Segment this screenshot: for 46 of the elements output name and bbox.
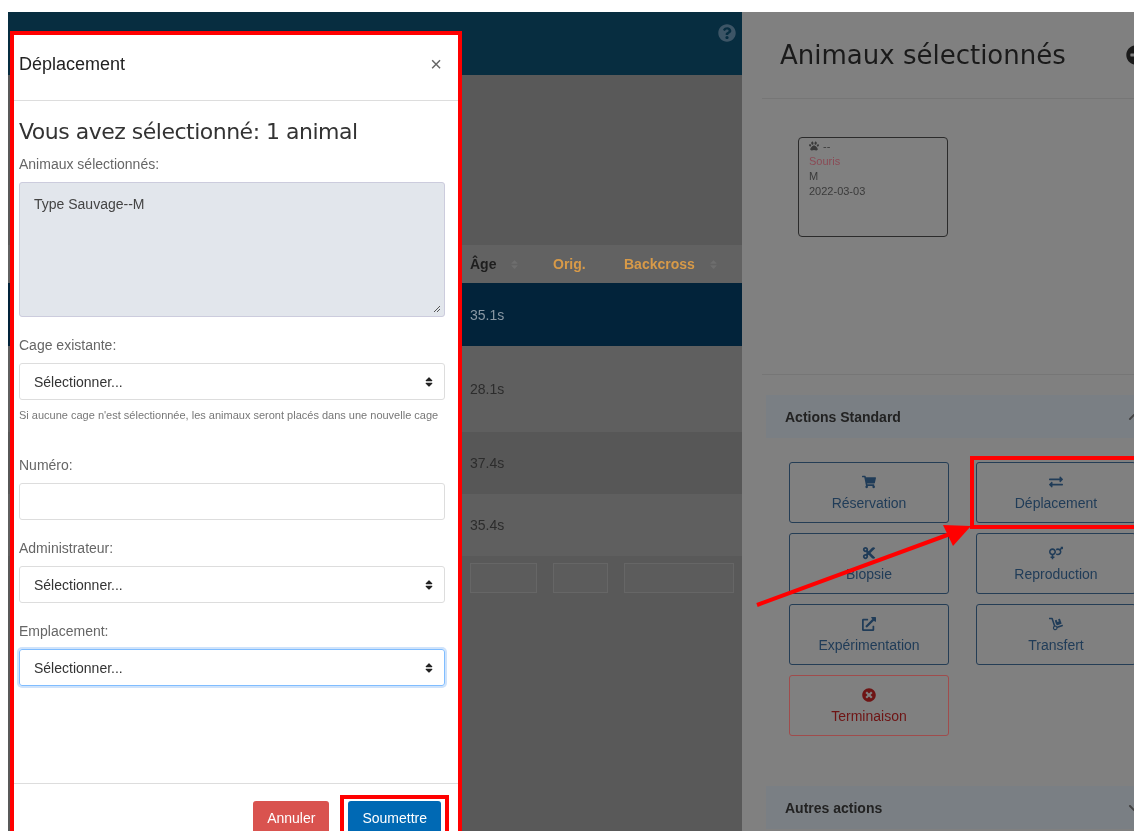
animal-date: 2022-03-03 [809,185,867,197]
cart-icon [862,474,876,489]
action-button[interactable]: Expérimentation [789,604,949,665]
external-link-icon [862,616,876,631]
section-header[interactable]: Autres actions [766,786,1134,829]
action-button[interactable]: Déplacement [976,462,1134,523]
field-label: Administrateur: [19,540,115,556]
column-header[interactable]: Orig. [553,256,586,272]
text-area[interactable]: Type Sauvage--M [19,182,445,317]
gender-symbols-icon [1049,545,1063,560]
selection-heading: Vous avez sélectionné: 1 animal [19,119,359,144]
swap-arrows-icon [1049,474,1063,489]
action-button[interactable]: Transfert [976,604,1134,665]
action-button[interactable]: Terminaison [789,675,949,736]
close-button[interactable]: × [430,53,442,76]
column-header[interactable]: Âge [470,256,497,272]
up-down-caret-icon [424,578,434,591]
action-button[interactable]: Reproduction [976,533,1134,594]
input-field[interactable] [19,483,445,520]
action-button[interactable]: Réservation [789,462,949,523]
field-label: Cage existante: [19,337,118,353]
column-header[interactable]: Backcross [624,256,695,272]
submit-button[interactable]: Soumettre [348,801,441,831]
select-field[interactable]: Sélectionner... [19,649,445,686]
paw-icon [809,141,819,151]
section-header[interactable]: Actions Standard [766,395,1134,438]
animal-id: -- [823,140,831,152]
field-label: Emplacement: [19,623,110,639]
select-field[interactable]: Sélectionner... [19,363,445,400]
dialog-title: Déplacement [19,54,126,75]
hand-truck-icon [1049,616,1063,631]
table-cell-text: 35.1s [469,306,506,323]
panel-title: Animaux sélectionnés [780,40,1066,70]
field-label: Numéro: [19,457,74,473]
field-label: Animaux sélectionnés: [19,156,161,172]
section-title: Actions Standard [785,408,901,425]
up-down-caret-icon [424,661,434,674]
scissors-icon [862,545,876,560]
up-down-caret-icon [424,375,434,388]
section-title: Autres actions [785,799,883,816]
animal-sex: M [809,170,820,182]
help-text: Si aucune cage n'est sélectionnée, les animaux seront placés dans une nouvelle cage [19,408,440,423]
select-field[interactable]: Sélectionner... [19,566,445,603]
resize-grip-icon[interactable] [431,303,441,313]
help-icon[interactable] [718,24,736,42]
cancel-button[interactable]: Annuler [253,801,330,831]
